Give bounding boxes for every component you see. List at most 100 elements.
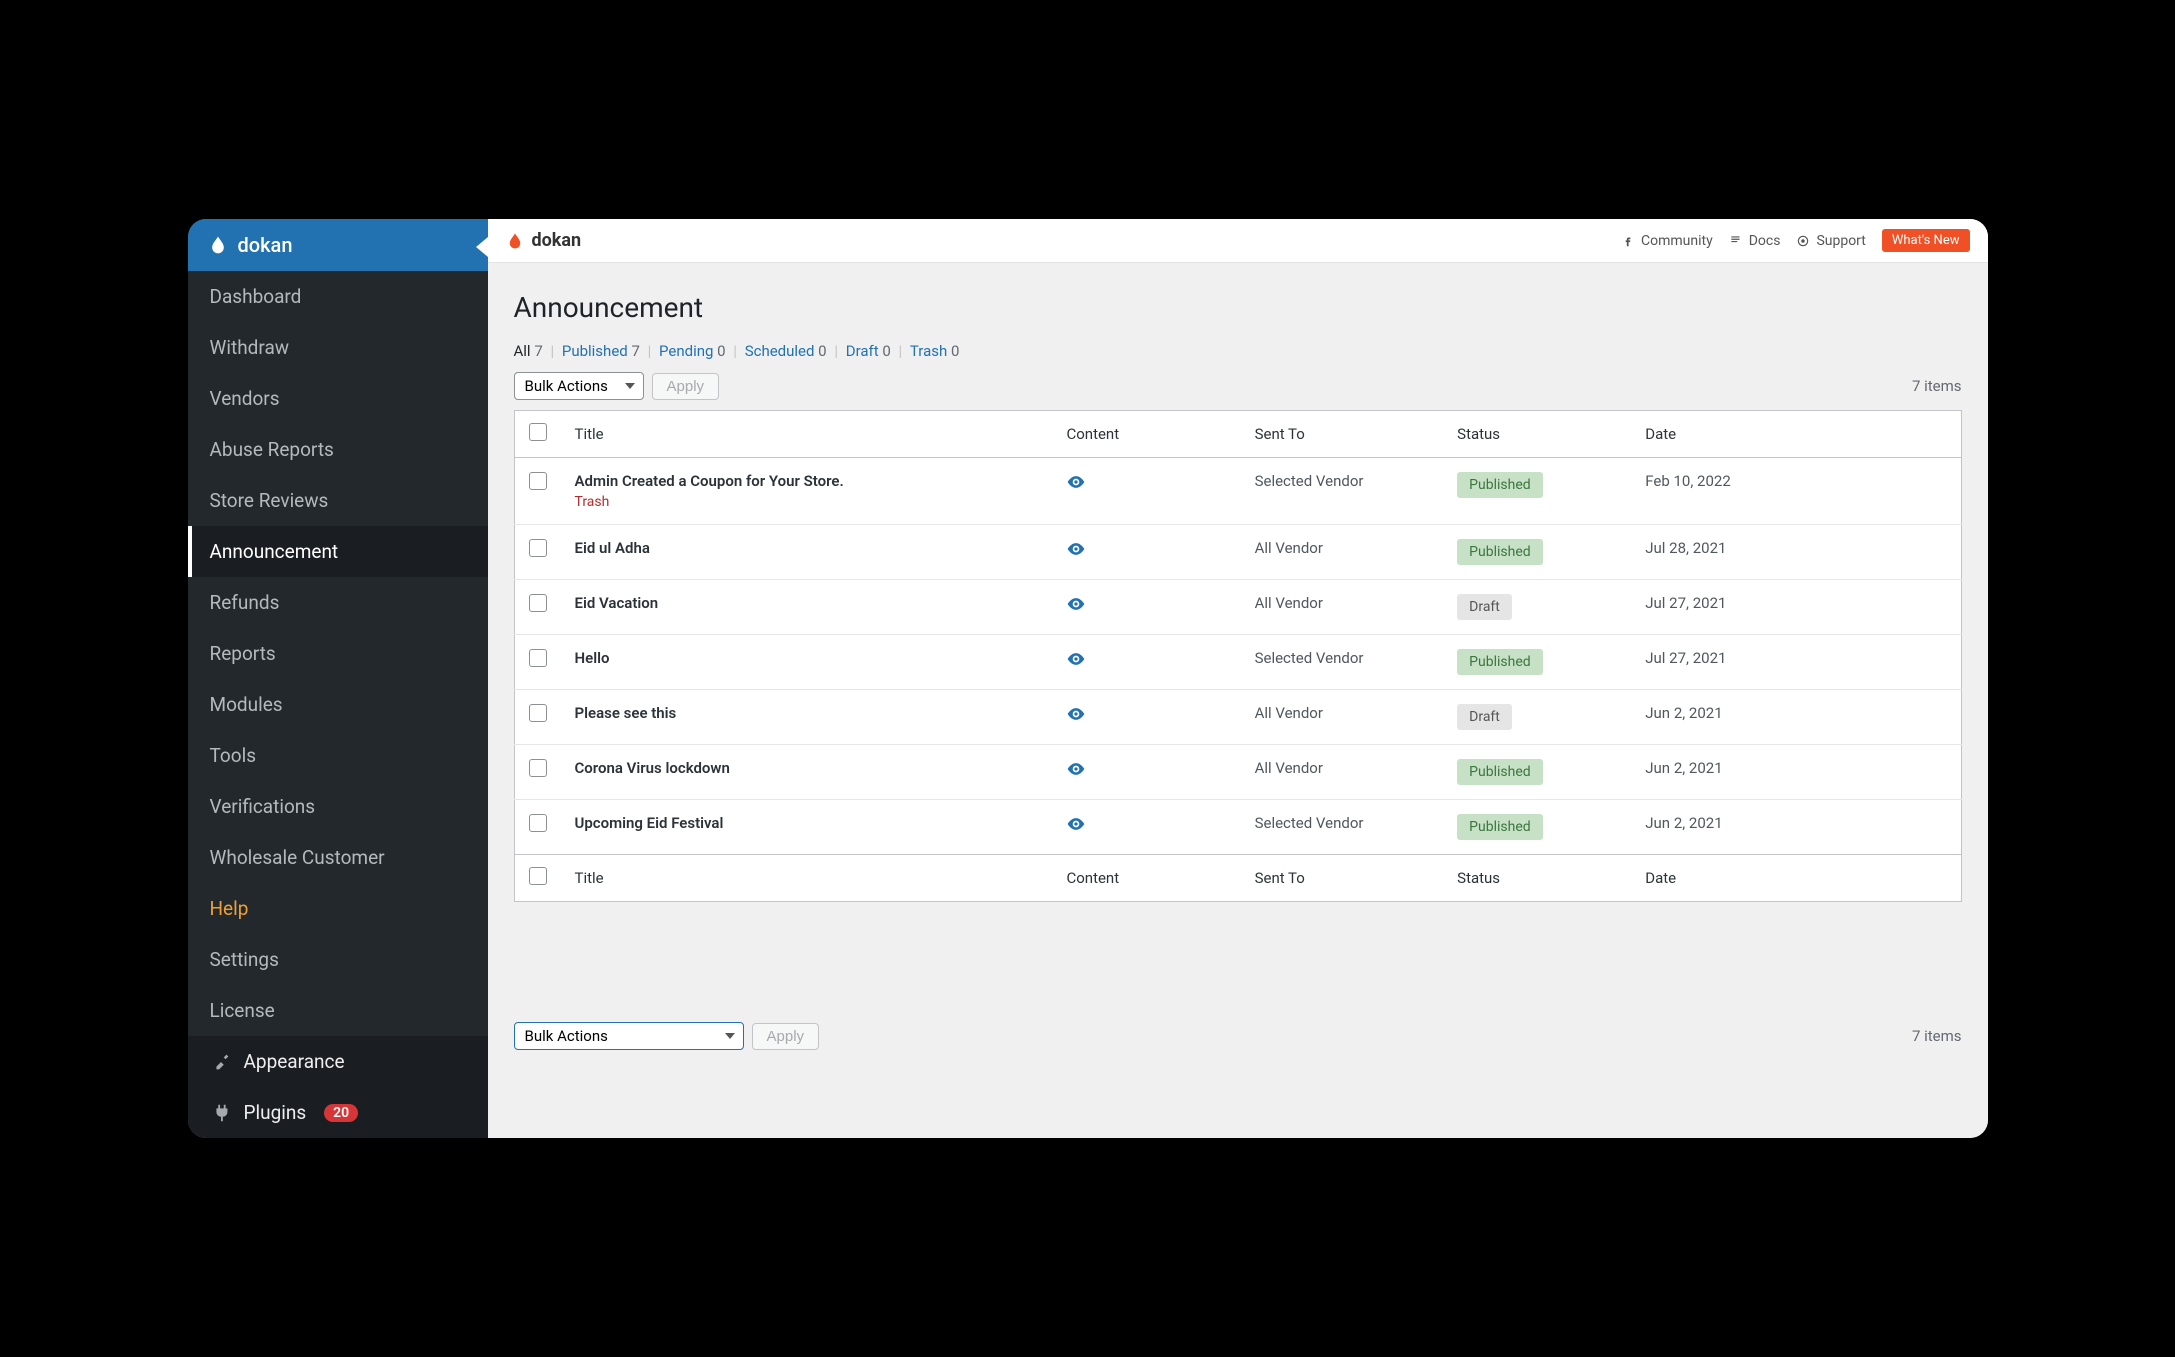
- brush-icon: [210, 1051, 232, 1073]
- row-sent-to: All Vendor: [1241, 580, 1444, 635]
- row-checkbox[interactable]: [529, 759, 547, 777]
- sidebar-item-license[interactable]: License: [188, 985, 488, 1036]
- bulk-actions-select-bottom[interactable]: Bulk Actions: [514, 1022, 744, 1050]
- sidebar-item-refunds[interactable]: Refunds: [188, 577, 488, 628]
- col-date[interactable]: Date: [1631, 411, 1961, 458]
- filter-draft[interactable]: Draft 0: [846, 342, 891, 360]
- sidebar-item-withdraw[interactable]: Withdraw: [188, 322, 488, 373]
- eye-icon[interactable]: [1066, 472, 1086, 492]
- sidebar-item-verifications[interactable]: Verifications: [188, 781, 488, 832]
- sidebar-item-settings[interactable]: Settings: [188, 934, 488, 985]
- eye-icon[interactable]: [1066, 539, 1086, 559]
- sidebar-item-label: License: [210, 999, 275, 1022]
- row-title[interactable]: Eid ul Adha: [575, 539, 650, 557]
- col-title[interactable]: Title: [561, 411, 1053, 458]
- row-title[interactable]: Hello: [575, 649, 610, 667]
- eye-icon[interactable]: [1066, 814, 1086, 834]
- topbar-support[interactable]: Support: [1796, 233, 1865, 249]
- sidebar-item-store-reviews[interactable]: Store Reviews: [188, 475, 488, 526]
- sidebar-item-dashboard[interactable]: Dashboard: [188, 271, 488, 322]
- topbar-brand-text: dokan: [532, 230, 582, 251]
- sidebar-item-abuse-reports[interactable]: Abuse Reports: [188, 424, 488, 475]
- topbar-docs[interactable]: Docs: [1729, 233, 1781, 249]
- eye-icon[interactable]: [1066, 649, 1086, 669]
- sidebar-item-vendors[interactable]: Vendors: [188, 373, 488, 424]
- row-checkbox[interactable]: [529, 594, 547, 612]
- table-row: Please see thisAll VendorDraftJun 2, 202…: [514, 690, 1961, 745]
- table-row: Admin Created a Coupon for Your Store. Tr…: [514, 458, 1961, 525]
- status-badge: Draft: [1457, 704, 1512, 730]
- row-date: Jul 27, 2021: [1631, 635, 1961, 690]
- table-row: Eid VacationAll VendorDraftJul 27, 2021: [514, 580, 1961, 635]
- plugins-badge: 20: [324, 1104, 358, 1122]
- sidebar-item-label: Vendors: [210, 387, 280, 410]
- row-title[interactable]: Please see this: [575, 704, 677, 722]
- sidebar-item-announcement[interactable]: Announcement: [188, 526, 488, 577]
- trash-link[interactable]: Trash: [575, 494, 610, 510]
- row-sent-to: All Vendor: [1241, 690, 1444, 745]
- filter-trash[interactable]: Trash 0: [910, 342, 960, 360]
- table-row: Eid ul AdhaAll VendorPublishedJul 28, 20…: [514, 525, 1961, 580]
- row-sent-to: All Vendor: [1241, 525, 1444, 580]
- eye-icon[interactable]: [1066, 704, 1086, 724]
- row-checkbox[interactable]: [529, 704, 547, 722]
- col-content-footer: Content: [1052, 855, 1240, 902]
- row-title[interactable]: Admin Created a Coupon for Your Store.: [575, 472, 844, 490]
- row-checkbox[interactable]: [529, 539, 547, 557]
- row-sent-to: Selected Vendor: [1241, 635, 1444, 690]
- support-icon: [1796, 234, 1810, 248]
- row-checkbox[interactable]: [529, 814, 547, 832]
- sidebar: dokan DashboardWithdraw Vendors Abuse Repo…: [188, 219, 488, 1138]
- sidebar-item-help[interactable]: Help: [188, 883, 488, 934]
- row-sent-to: All Vendor: [1241, 745, 1444, 800]
- eye-icon[interactable]: [1066, 594, 1086, 614]
- col-status: Status: [1443, 411, 1631, 458]
- sidebar-item-modules[interactable]: Modules: [188, 679, 488, 730]
- row-title[interactable]: Upcoming Eid Festival: [575, 814, 724, 832]
- bulk-actions-select[interactable]: Bulk Actions: [514, 372, 644, 400]
- row-title[interactable]: Eid Vacation: [575, 594, 659, 612]
- sidebar-item-wholesale-customer[interactable]: Wholesale Customer: [188, 832, 488, 883]
- filter-scheduled[interactable]: Scheduled 0: [745, 342, 827, 360]
- row-title[interactable]: Corona Virus lockdown: [575, 759, 730, 777]
- sidebar-item-plugins[interactable]: Plugins 20: [188, 1087, 488, 1138]
- items-count-bottom: 7 items: [1912, 1027, 1962, 1045]
- sidebar-item-label: Help: [210, 897, 249, 920]
- filter-all[interactable]: All 7: [514, 342, 543, 360]
- row-date: Feb 10, 2022: [1631, 458, 1961, 525]
- topbar: dokan Community Docs Support What's New: [488, 219, 1988, 263]
- whats-new-button[interactable]: What's New: [1882, 229, 1970, 252]
- announcements-table: Title Content Sent To Status Date Admin …: [514, 410, 1962, 902]
- row-sent-to: Selected Vendor: [1241, 458, 1444, 525]
- select-all-checkbox[interactable]: [529, 423, 547, 441]
- status-filters: All 7 | Published 7 | Pending 0 | Schedu…: [514, 342, 1962, 360]
- filter-pending[interactable]: Pending 0: [659, 342, 726, 360]
- sidebar-item-reports[interactable]: Reports: [188, 628, 488, 679]
- select-all-checkbox-footer[interactable]: [529, 867, 547, 885]
- filter-published[interactable]: Published 7: [562, 342, 640, 360]
- topbar-logo: dokan: [506, 230, 582, 251]
- plug-icon: [210, 1102, 232, 1124]
- apply-button[interactable]: Apply: [652, 373, 720, 400]
- facebook-icon: [1621, 234, 1635, 248]
- sidebar-brand: dokan: [188, 219, 488, 271]
- col-title-footer: Title: [561, 855, 1053, 902]
- eye-icon[interactable]: [1066, 759, 1086, 779]
- sidebar-item-label: Verifications: [210, 795, 316, 818]
- apply-button-bottom[interactable]: Apply: [752, 1023, 820, 1050]
- sidebar-item-tools[interactable]: Tools: [188, 730, 488, 781]
- topbar-community[interactable]: Community: [1621, 233, 1713, 249]
- sidebar-item-label: Announcement: [210, 540, 339, 563]
- row-checkbox[interactable]: [529, 472, 547, 490]
- content: Announcement All 7 | Published 7 | Pendi…: [488, 263, 1988, 1090]
- table-row: Corona Virus lockdownAll VendorPublished…: [514, 745, 1961, 800]
- status-badge: Published: [1457, 472, 1542, 498]
- status-badge: Published: [1457, 814, 1542, 840]
- row-sent-to: Selected Vendor: [1241, 800, 1444, 855]
- sidebar-item-appearance[interactable]: Appearance: [188, 1036, 488, 1087]
- sidebar-item-label: Appearance: [244, 1050, 345, 1073]
- row-date: Jun 2, 2021: [1631, 800, 1961, 855]
- sidebar-item-label: Tools: [210, 744, 257, 767]
- sidebar-item-label: Wholesale Customer: [210, 846, 385, 869]
- row-checkbox[interactable]: [529, 649, 547, 667]
